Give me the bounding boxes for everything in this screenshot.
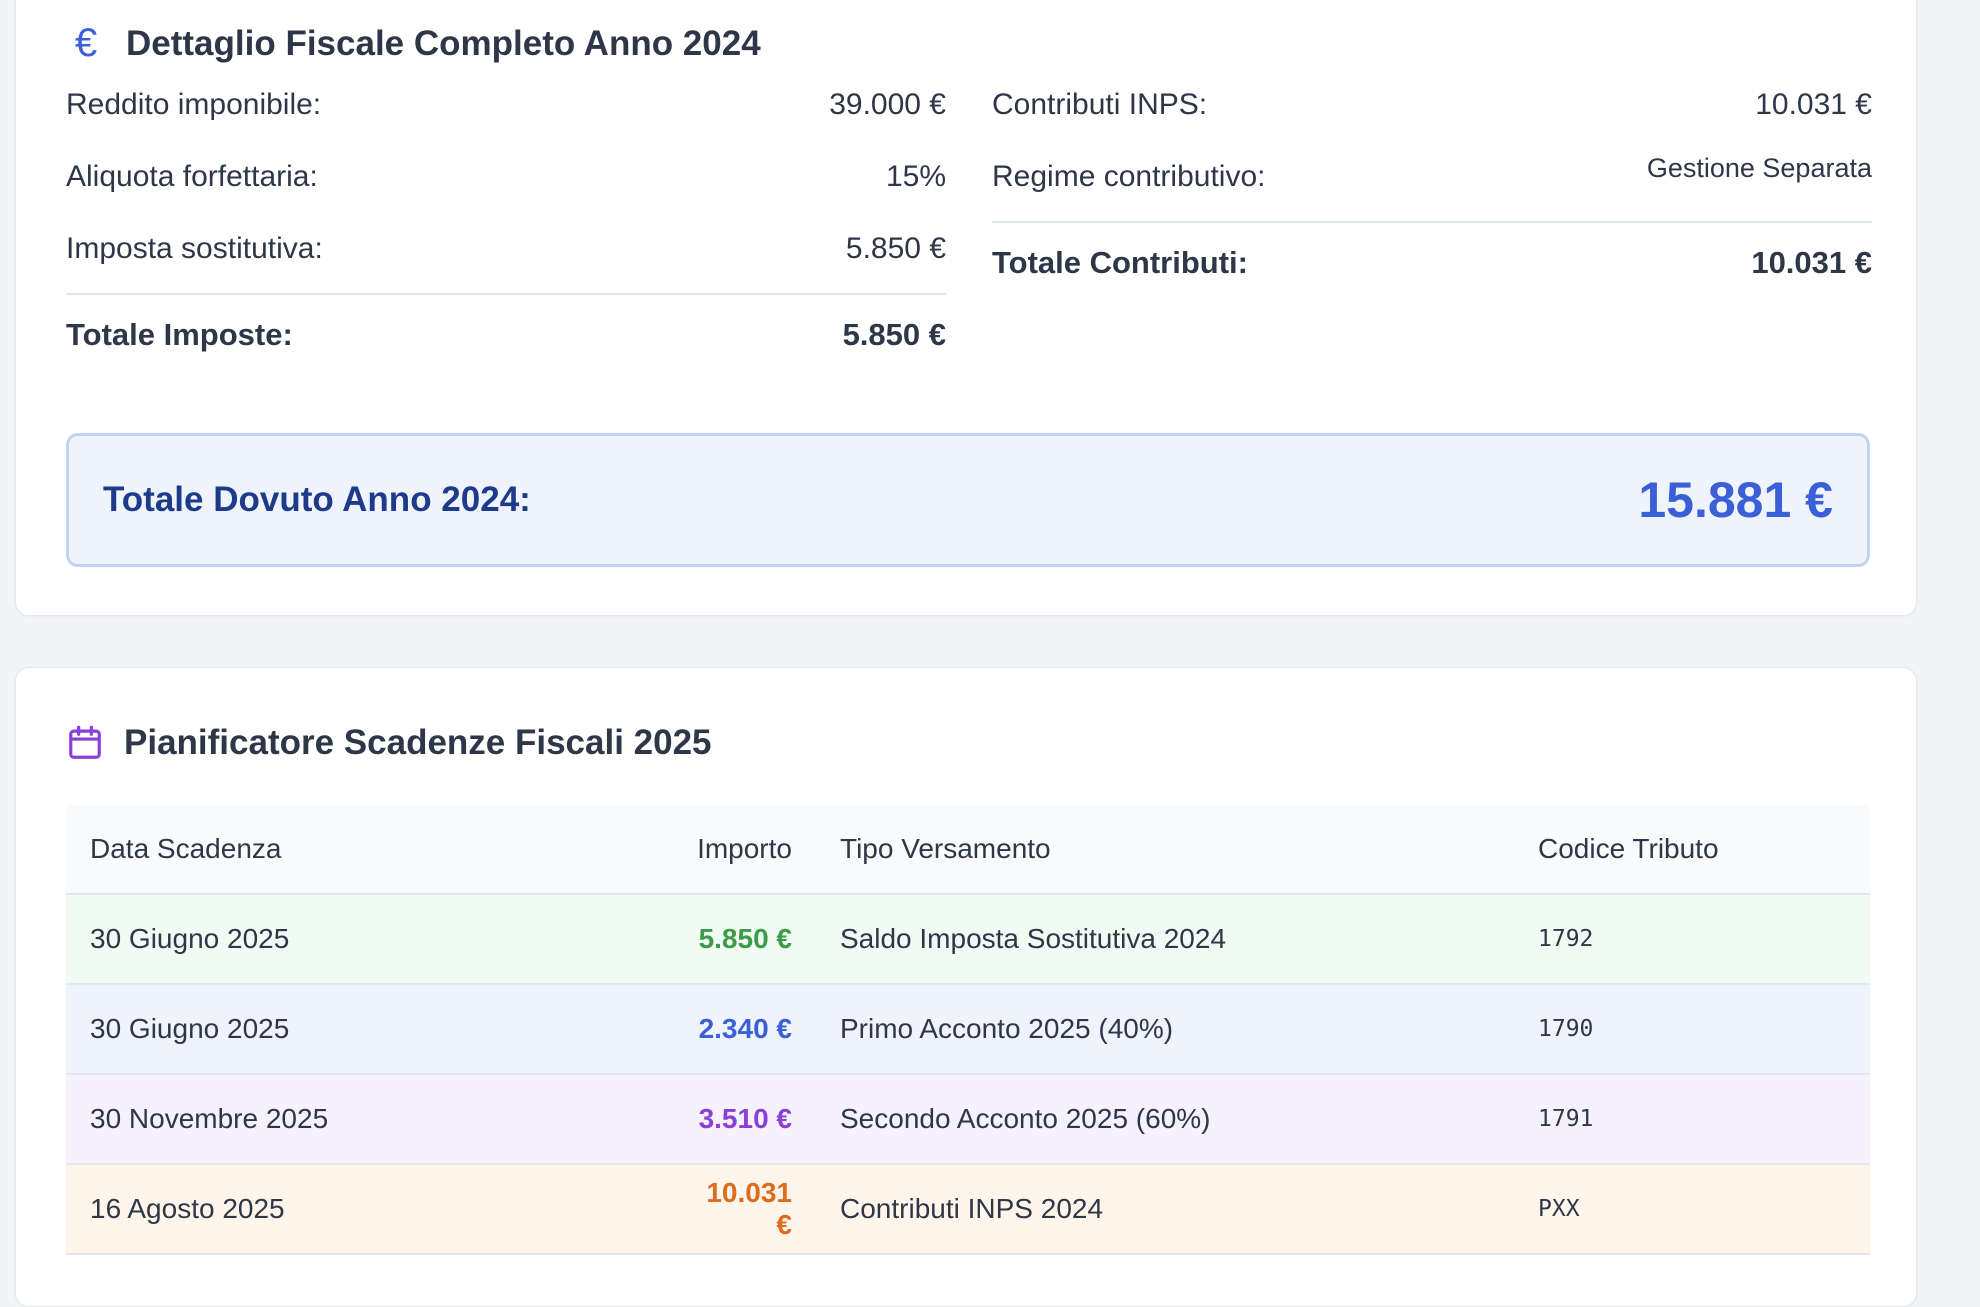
table-header-row: Data Scadenza Importo Tipo Versamento Co… [66, 805, 1870, 895]
taxable-income-row: Reddito imponibile: 39.000 € [66, 69, 946, 141]
contribution-regime-label: Regime contributivo: [992, 160, 1266, 193]
deadline-planner-card: Pianificatore Scadenze Fiscali 2025 Data… [15, 667, 1917, 1307]
fiscal-detail-card: € Dettaglio Fiscale Completo Anno 2024 R… [15, 0, 1917, 616]
tax-code: PXX [1514, 1164, 1870, 1255]
deadline-amount: 3.510 € [666, 1074, 816, 1165]
calendar-icon [69, 725, 101, 759]
payment-type: Saldo Imposta Sostitutiva 2024 [816, 894, 1514, 985]
column-header-amount: Importo [666, 805, 816, 895]
fiscal-detail-title: Dettaglio Fiscale Completo Anno 2024 [126, 23, 761, 63]
fiscal-detail-header: € Dettaglio Fiscale Completo Anno 2024 [66, 21, 761, 66]
deadline-date: 30 Giugno 2025 [66, 984, 666, 1075]
substitute-tax-value: 5.850 € [845, 232, 946, 265]
substitute-tax-label: Imposta sostitutiva: [66, 232, 323, 265]
taxable-income-label: Reddito imponibile: [66, 88, 322, 121]
column-header-payment-type: Tipo Versamento [816, 805, 1514, 895]
flat-rate-label: Aliquota forfettaria: [66, 160, 318, 193]
deadline-date: 16 Agosto 2025 [66, 1164, 666, 1255]
contribution-regime-value: Gestione Separata [1646, 153, 1872, 183]
grand-total-box: Totale Dovuto Anno 2024: 15.881 € [66, 433, 1870, 567]
inps-contributions-row: Contributi INPS: 10.031 € [992, 69, 1872, 141]
inps-contributions-value: 10.031 € [1755, 88, 1872, 121]
inps-contributions-label: Contributi INPS: [992, 88, 1208, 121]
deadline-date: 30 Giugno 2025 [66, 894, 666, 985]
deadline-planner-header: Pianificatore Scadenze Fiscali 2025 [66, 723, 712, 763]
column-header-date: Data Scadenza [66, 805, 666, 895]
flat-rate-value: 15% [885, 160, 946, 193]
euro-icon: € [74, 21, 98, 65]
payment-type: Primo Acconto 2025 (40%) [816, 984, 1514, 1075]
deadline-amount: 10.031 € [666, 1164, 816, 1255]
table-row: 30 Giugno 2025 2.340 € Primo Acconto 202… [66, 984, 1870, 1075]
taxes-column: Reddito imponibile: 39.000 € Aliquota fo… [66, 69, 946, 375]
deadline-planner-title: Pianificatore Scadenze Fiscali 2025 [124, 723, 712, 762]
deadline-amount: 5.850 € [666, 894, 816, 985]
total-taxes-label: Totale Imposte: [66, 317, 293, 352]
column-header-tax-code: Codice Tributo [1514, 805, 1870, 895]
total-contributions-value: 10.031 € [1751, 245, 1872, 280]
total-taxes-row: Totale Imposte: 5.850 € [66, 295, 946, 375]
grand-total-label: Totale Dovuto Anno 2024: [103, 480, 531, 519]
tax-code: 1792 [1514, 894, 1870, 985]
table-row: 30 Novembre 2025 3.510 € Secondo Acconto… [66, 1074, 1870, 1165]
payment-type: Contributi INPS 2024 [816, 1164, 1514, 1255]
total-taxes-value: 5.850 € [842, 317, 946, 352]
tax-code: 1791 [1514, 1074, 1870, 1165]
deadline-table: Data Scadenza Importo Tipo Versamento Co… [66, 805, 1870, 1255]
payment-type: Secondo Acconto 2025 (60%) [816, 1074, 1514, 1165]
table-row: 30 Giugno 2025 5.850 € Saldo Imposta Sos… [66, 894, 1870, 985]
contribution-regime-row: Regime contributivo: Gestione Separata [992, 141, 1872, 213]
total-contributions-label: Totale Contributi: [992, 245, 1248, 280]
flat-rate-row: Aliquota forfettaria: 15% [66, 141, 946, 213]
grand-total-value: 15.881 € [1638, 472, 1833, 528]
tax-code: 1790 [1514, 984, 1870, 1075]
total-contributions-row: Totale Contributi: 10.031 € [992, 223, 1872, 303]
deadline-amount: 2.340 € [666, 984, 816, 1075]
substitute-tax-row: Imposta sostitutiva: 5.850 € [66, 213, 946, 285]
deadline-date: 30 Novembre 2025 [66, 1074, 666, 1165]
table-row: 16 Agosto 2025 10.031 € Contributi INPS … [66, 1164, 1870, 1255]
taxable-income-value: 39.000 € [829, 88, 946, 121]
contributions-column: Contributi INPS: 10.031 € Regime contrib… [992, 69, 1872, 303]
